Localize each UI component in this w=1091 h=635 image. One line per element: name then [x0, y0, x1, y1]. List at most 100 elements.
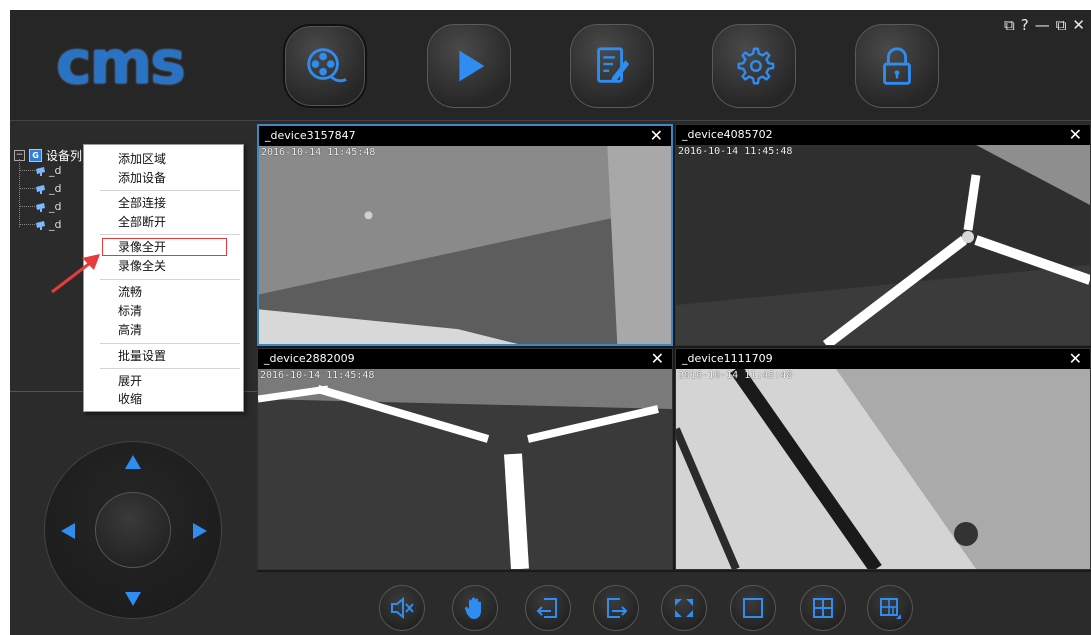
video-timestamp: 2016-10-14 11:45:48 — [260, 370, 375, 381]
export-button[interactable] — [593, 585, 639, 631]
close-video-button[interactable]: ✕ — [650, 126, 663, 146]
tree-device-item[interactable]: _d — [19, 200, 61, 213]
monitor-icon[interactable]: ⧉ — [1004, 16, 1015, 34]
video-cell-header: _device4085702 ✕ — [676, 125, 1090, 145]
ptz-right-arrow-icon[interactable] — [193, 523, 207, 539]
menu-stream-standard[interactable]: 标清 — [118, 301, 238, 321]
video-title: _device4085702 — [682, 128, 773, 141]
window-controls: ⧉ ? — ⧉ ✕ — [1004, 16, 1085, 34]
tree-root[interactable]: − G 设备列 — [14, 147, 82, 164]
camera-icon — [36, 202, 45, 212]
film-reel-icon — [307, 48, 347, 83]
close-video-button[interactable]: ✕ — [651, 349, 664, 369]
menu-expand[interactable]: 展开 — [118, 371, 238, 391]
nav-preview-button[interactable] — [283, 24, 367, 108]
video-frame[interactable] — [676, 145, 1090, 345]
video-cell[interactable]: _device3157847 ✕ 2016-10-14 11:45:48 — [257, 124, 673, 346]
menu-add-area[interactable]: 添加区域 — [118, 149, 238, 169]
annotation-arrow-icon — [51, 254, 100, 294]
custom-layout-icon — [880, 598, 901, 619]
header-bar: cms ⧉ ? — ⧉ ✕ — [10, 10, 1091, 121]
quad-view-button[interactable] — [800, 585, 846, 631]
nav-playback-button[interactable] — [427, 24, 511, 108]
menu-disconnect-all[interactable]: 全部断开 — [118, 212, 238, 232]
menu-collapse[interactable]: 收缩 — [118, 389, 238, 409]
help-button[interactable]: ? — [1021, 16, 1029, 34]
mute-button[interactable] — [379, 585, 425, 631]
camera-view — [259, 146, 671, 344]
camera-view — [676, 145, 1090, 345]
ptz-center-button[interactable] — [95, 492, 171, 568]
close-video-button[interactable]: ✕ — [1069, 125, 1082, 145]
export-icon — [607, 598, 628, 618]
tree-root-label: 设备列 — [46, 149, 83, 163]
play-icon — [459, 50, 485, 82]
ptz-up-arrow-icon[interactable] — [125, 455, 141, 469]
nav-lock-button[interactable] — [855, 24, 939, 108]
menu-separator — [100, 368, 240, 369]
ptz-left-arrow-icon[interactable] — [61, 523, 75, 539]
import-button[interactable] — [525, 585, 571, 631]
quad-view-icon — [813, 598, 833, 618]
tree-device-item[interactable]: _d — [19, 164, 61, 177]
video-cell-header: _device2882009 ✕ — [258, 349, 672, 369]
menu-separator — [100, 279, 240, 280]
video-timestamp: 2016-10-14 11:45:48 — [678, 146, 793, 157]
minimize-button[interactable]: — — [1035, 16, 1050, 34]
menu-separator — [100, 234, 240, 235]
document-edit-icon — [597, 47, 630, 83]
tree-device-item[interactable]: _d — [19, 218, 61, 231]
ptz-control — [44, 441, 222, 619]
video-cell[interactable]: _device1111709 ✕ 2016-10-14 11:45:48 — [675, 348, 1091, 570]
menu-separator — [100, 343, 240, 344]
video-cell[interactable]: _device2882009 ✕ 2016-10-14 11:45:48 — [257, 348, 673, 570]
video-cell[interactable]: _device4085702 ✕ 2016-10-14 11:45:48 — [675, 124, 1091, 346]
video-frame[interactable] — [676, 364, 1090, 569]
video-title: _device3157847 — [265, 129, 356, 142]
menu-record-all-off[interactable]: 录像全关 — [118, 256, 238, 276]
restore-button[interactable]: ⧉ — [1056, 16, 1067, 34]
close-window-button[interactable]: ✕ — [1072, 16, 1085, 34]
tree-device-item[interactable]: _d — [19, 182, 61, 195]
nav-settings-button[interactable] — [712, 24, 796, 108]
tree-device-label: _d — [49, 182, 62, 195]
video-timestamp: 2016-10-14 11:45:48 — [678, 370, 793, 381]
lock-icon — [883, 47, 911, 85]
video-grid: _device3157847 ✕ 2016-10-14 11:45:48 _de… — [257, 124, 1091, 572]
camera-icon — [36, 220, 45, 230]
video-frame[interactable] — [259, 146, 671, 344]
fullscreen-button[interactable] — [661, 585, 707, 631]
single-view-button[interactable] — [730, 585, 776, 631]
menu-add-device[interactable]: 添加设备 — [118, 168, 238, 188]
tree-device-label: _d — [49, 200, 62, 213]
hand-icon — [464, 597, 481, 619]
tree-device-label: _d — [49, 164, 62, 177]
nav-log-button[interactable] — [570, 24, 654, 108]
cms-client-window: cms ⧉ ? — ⧉ ✕ − G 设备列 _d _d _d _d _devic… — [10, 10, 1091, 635]
mute-icon — [391, 596, 414, 620]
menu-record-all-on[interactable]: 录像全开 — [118, 237, 238, 257]
video-title: _device2882009 — [264, 352, 355, 365]
video-title: _device1111709 — [682, 352, 773, 365]
video-cell-header: _device1111709 ✕ — [676, 349, 1090, 369]
gear-icon — [737, 47, 775, 85]
camera-icon — [36, 166, 45, 176]
camera-icon — [36, 184, 45, 194]
hand-button[interactable] — [452, 585, 498, 631]
camera-view — [676, 364, 1090, 569]
cms-logo: cms — [56, 28, 241, 98]
menu-stream-hd[interactable]: 高清 — [118, 320, 238, 340]
fullscreen-icon — [675, 599, 693, 617]
bottom-toolbar — [257, 572, 1091, 635]
custom-layout-button[interactable] — [867, 585, 913, 631]
video-cell-header: _device3157847 ✕ — [259, 126, 671, 146]
video-frame[interactable] — [258, 369, 672, 569]
ptz-down-arrow-icon[interactable] — [125, 592, 141, 606]
close-video-button[interactable]: ✕ — [1069, 349, 1082, 369]
logo-text: cms — [56, 28, 186, 98]
menu-separator — [100, 190, 240, 191]
single-view-icon — [743, 598, 763, 618]
menu-batch-settings[interactable]: 批量设置 — [118, 346, 238, 366]
menu-connect-all[interactable]: 全部连接 — [118, 193, 238, 213]
menu-stream-smooth[interactable]: 流畅 — [118, 282, 238, 302]
